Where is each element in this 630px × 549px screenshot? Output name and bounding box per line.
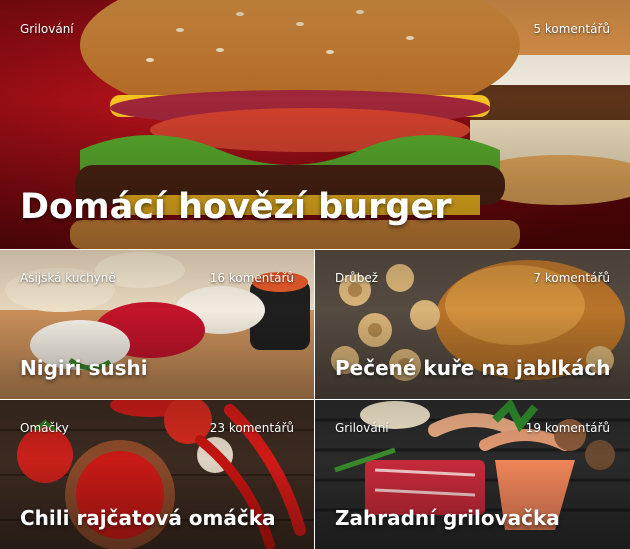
article-category[interactable]: Grilování [335,421,389,435]
article-title[interactable]: Nigiri sushi [20,356,300,380]
article-comments[interactable]: 7 komentářů [533,271,610,285]
article-title[interactable]: Pečené kuře na jablkách [335,356,616,380]
article-category[interactable]: Omáčky [20,421,69,435]
article-category[interactable]: Drůbež [335,271,378,285]
article-title[interactable]: Chili rajčatová omáčka [20,506,300,530]
article-comments[interactable]: 5 komentářů [533,22,610,36]
article-category[interactable]: Asijská kuchyně [20,271,116,285]
article-comments[interactable]: 19 komentářů [526,421,610,435]
article-title[interactable]: Zahradní grilovačka [335,506,616,530]
article-comments[interactable]: 23 komentářů [210,421,294,435]
article-card-sushi[interactable]: Asijská kuchyně 16 komentářů Nigiri sush… [0,250,314,399]
article-comments[interactable]: 16 komentářů [210,271,294,285]
article-card-garden-grill[interactable]: Grilování 19 komentářů Zahradní grilovač… [315,400,630,549]
article-category[interactable]: Grilování [20,22,74,36]
featured-article-burger[interactable]: Grilování 5 komentářů Domácí hovězí burg… [0,0,630,249]
article-title[interactable]: Domácí hovězí burger [20,187,616,227]
article-card-chicken[interactable]: Drůbež 7 komentářů Pečené kuře na jablká… [315,250,630,399]
article-card-chili-sauce[interactable]: Omáčky 23 komentářů Chili rajčatová omáč… [0,400,314,549]
